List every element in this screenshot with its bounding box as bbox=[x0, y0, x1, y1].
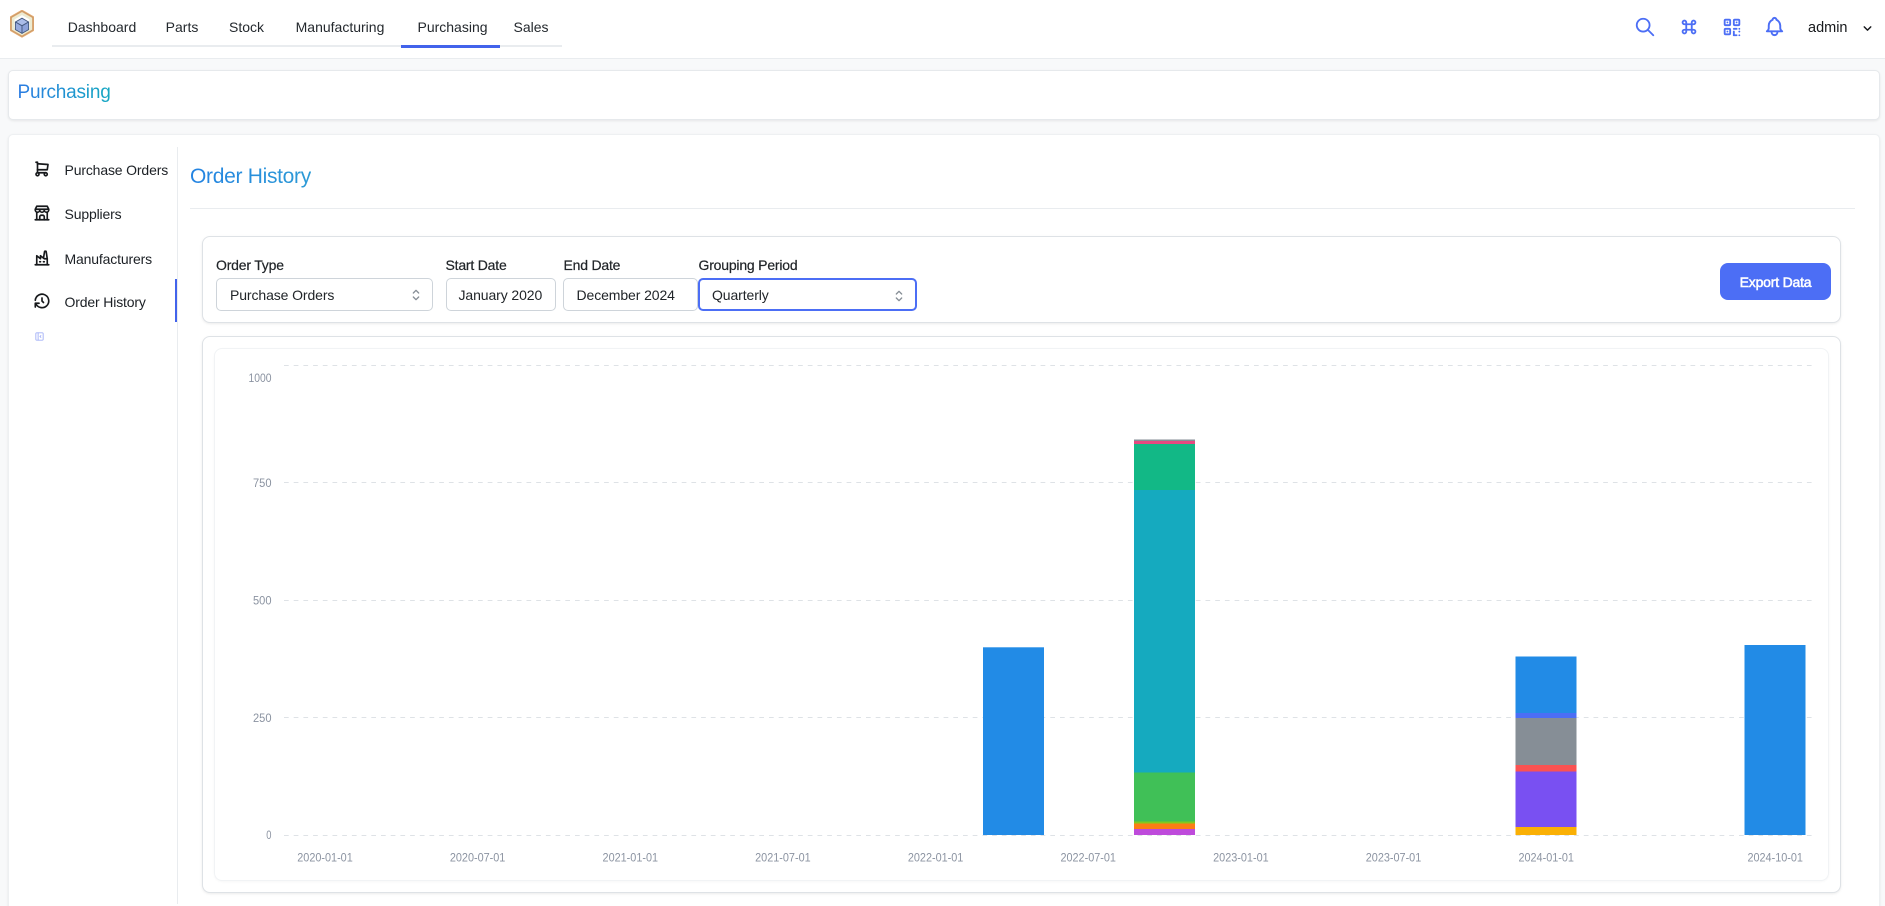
svg-text:250: 250 bbox=[253, 711, 272, 725]
svg-text:1000: 1000 bbox=[249, 371, 272, 385]
svg-text:2021-01-01: 2021-01-01 bbox=[603, 851, 659, 865]
svg-text:2023-01-01: 2023-01-01 bbox=[1213, 851, 1269, 865]
svg-text:2022-01-01: 2022-01-01 bbox=[908, 851, 964, 865]
svg-text:750: 750 bbox=[253, 476, 272, 490]
svg-text:500: 500 bbox=[253, 594, 272, 608]
svg-text:2024-01-01: 2024-01-01 bbox=[1518, 851, 1574, 865]
svg-text:2023-07-01: 2023-07-01 bbox=[1366, 851, 1422, 865]
svg-text:2020-01-01: 2020-01-01 bbox=[297, 851, 353, 865]
svg-text:2021-07-01: 2021-07-01 bbox=[755, 851, 811, 865]
svg-text:2024-10-01: 2024-10-01 bbox=[1747, 851, 1803, 865]
svg-text:2022-07-01: 2022-07-01 bbox=[1060, 851, 1116, 865]
svg-text:0: 0 bbox=[266, 828, 271, 842]
svg-text:2020-07-01: 2020-07-01 bbox=[450, 851, 506, 865]
